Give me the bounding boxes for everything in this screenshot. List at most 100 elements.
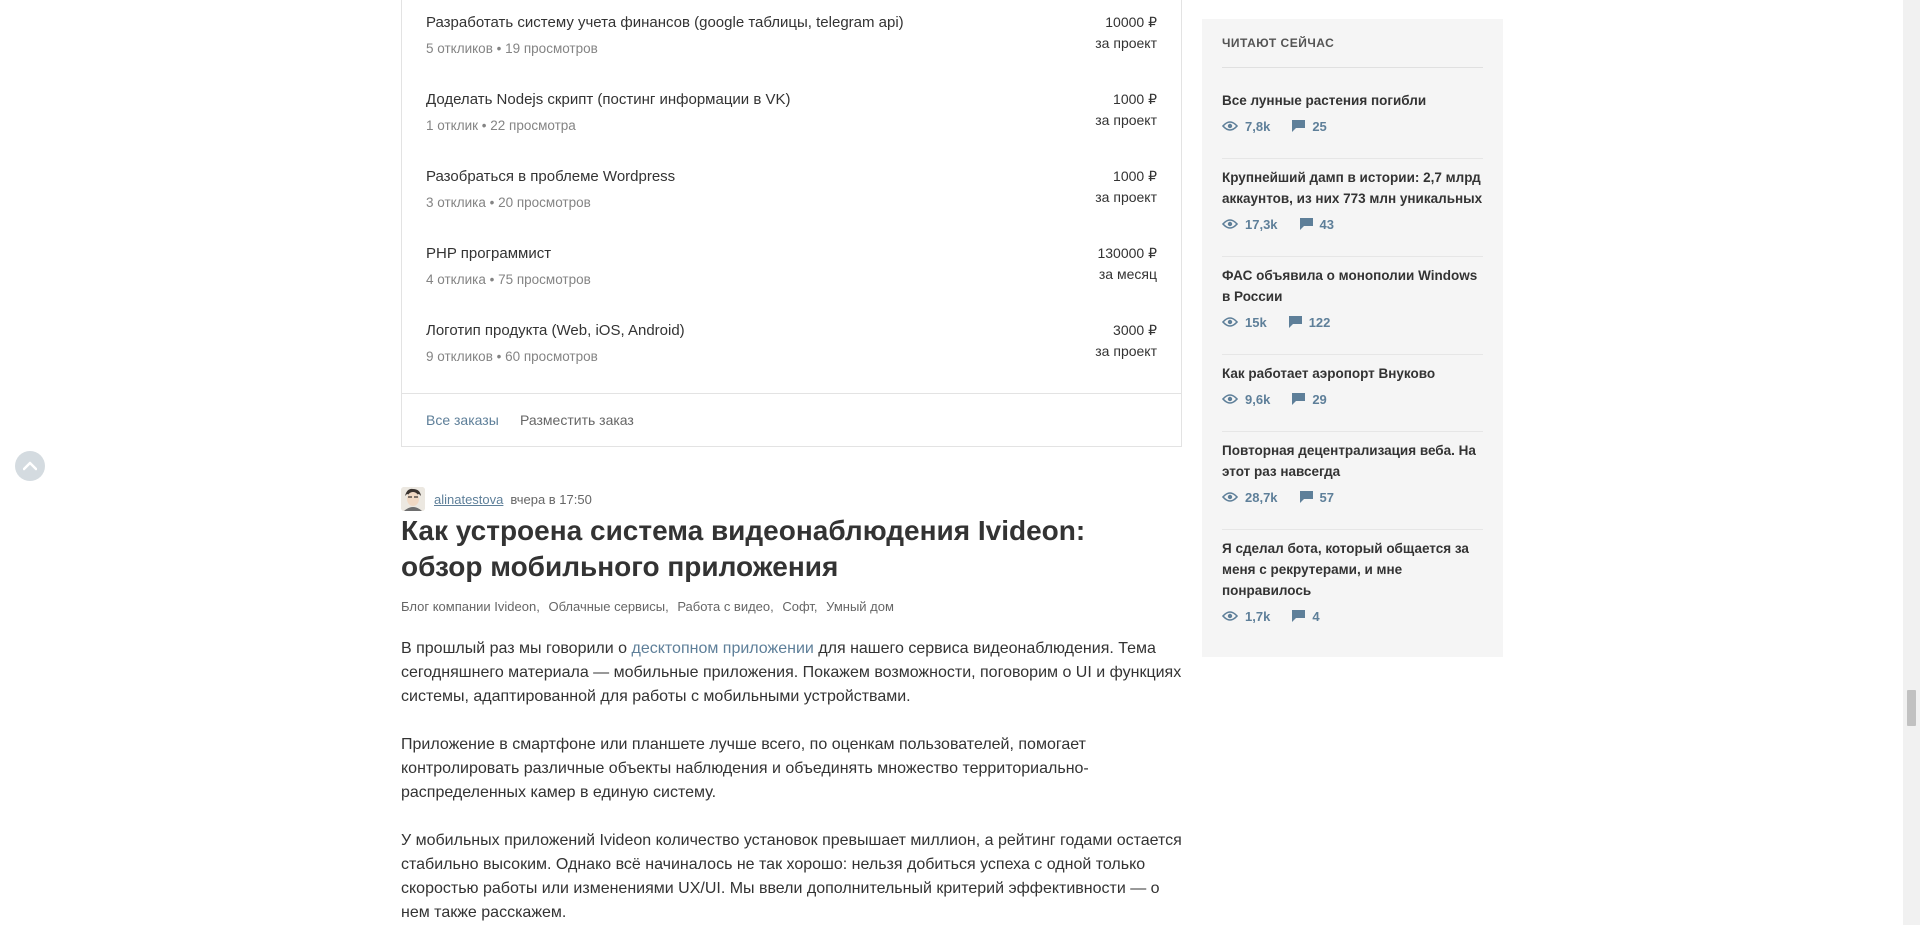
price-value: 1000 ₽: [1113, 91, 1157, 107]
order-price: 10000 ₽ за проект: [1095, 12, 1157, 54]
order-price: 1000 ₽ за проект: [1095, 166, 1157, 208]
comments-stat[interactable]: 4: [1292, 608, 1320, 624]
order-title[interactable]: Разобраться в проблеме Wordpress: [426, 168, 675, 185]
sidebar-post-title[interactable]: Как работает аэропорт Внуково: [1222, 363, 1483, 384]
views-count: 9,6k: [1245, 391, 1271, 407]
hub-link[interactable]: Облачные сервисы,: [548, 599, 668, 614]
comment-icon: [1299, 218, 1313, 230]
order-meta: 3 отклика • 20 просмотров: [426, 195, 591, 210]
price-period: за проект: [1095, 189, 1157, 205]
views-stat: 9,6k: [1222, 392, 1270, 407]
sidebar-post-title[interactable]: Я сделал бота, который общается за меня …: [1222, 538, 1483, 601]
sidebar-post-title[interactable]: Крупнейший дамп в истории: 2,7 млрд акка…: [1222, 167, 1483, 209]
hub-link[interactable]: Работа с видео,: [677, 599, 773, 614]
order-item[interactable]: Разработать систему учета финансов (goog…: [426, 0, 1157, 60]
post-stats: 15k 122: [1222, 313, 1483, 331]
avatar[interactable]: [401, 487, 425, 511]
comments-stat[interactable]: 122: [1288, 314, 1331, 330]
text-fragment: В прошлый раз мы говорили о: [401, 640, 632, 657]
all-orders-link[interactable]: Все заказы: [426, 412, 499, 428]
reading-now-sidebar: ЧИТАЮТ СЕЙЧАС Все лунные растения погибл…: [1202, 19, 1503, 657]
comments-stat[interactable]: 43: [1299, 217, 1334, 232]
sidebar-post-item: Крупнейший дамп в истории: 2,7 млрд акка…: [1222, 167, 1483, 257]
comments-stat[interactable]: 25: [1292, 118, 1327, 134]
desktop-app-link[interactable]: десктопном приложении: [631, 640, 813, 657]
price-value: 10000 ₽: [1105, 14, 1157, 30]
hub-link[interactable]: Умный дом: [826, 599, 894, 614]
comment-icon: [1292, 610, 1306, 622]
order-title[interactable]: Разработать систему учета финансов (goog…: [426, 14, 904, 31]
sidebar-post-item: Повторная децентрализация веба. На этот …: [1222, 440, 1483, 530]
order-title[interactable]: PHP программист: [426, 245, 551, 262]
freelance-orders-card: Разработать систему учета финансов (goog…: [401, 0, 1182, 447]
comments-stat[interactable]: 29: [1292, 391, 1327, 407]
post-stats: 28,7k 57: [1222, 488, 1483, 506]
order-meta: 4 отклика • 75 просмотров: [426, 272, 591, 287]
comments-count: 25: [1312, 118, 1327, 134]
post-stats: 9,6k 29: [1222, 390, 1483, 408]
post-hubs: Блог компании Ivideon, Облачные сервисы,…: [401, 599, 899, 614]
comments-count: 57: [1319, 489, 1335, 505]
comment-icon: [1288, 316, 1302, 328]
post-title[interactable]: Как устроена система видеонаблюдения Ivi…: [401, 513, 1171, 585]
hub-link[interactable]: Блог компании Ivideon,: [401, 599, 540, 614]
order-item[interactable]: Разобраться в проблеме Wordpress 3 откли…: [426, 154, 1157, 214]
sidebar-post-item: Я сделал бота, который общается за меня …: [1222, 538, 1483, 649]
page-scrollbar[interactable]: [1903, 0, 1920, 925]
post-time: вчера в 17:50: [510, 491, 592, 507]
views-count: 17,3k: [1245, 216, 1278, 232]
views-stat: 15k: [1222, 315, 1267, 330]
post-body: В прошлый раз мы говорили о десктопном п…: [401, 637, 1186, 925]
order-price: 1000 ₽ за проект: [1095, 89, 1157, 131]
order-meta: 1 отклик • 22 просмотра: [426, 118, 576, 133]
views-stat: 1,7k: [1222, 609, 1270, 624]
views-count: 1,7k: [1245, 608, 1271, 624]
post-paragraph: Приложение в смартфоне или планшете лучш…: [401, 736, 1089, 801]
comments-count: 4: [1312, 608, 1320, 624]
order-meta: 9 откликов • 60 просмотров: [426, 349, 598, 364]
comments-count: 29: [1312, 391, 1327, 407]
eye-icon: [1222, 219, 1238, 229]
views-count: 15k: [1245, 314, 1267, 330]
order-title[interactable]: Доделать Nodejs скрипт (постинг информац…: [426, 91, 791, 108]
price-value: 3000 ₽: [1113, 322, 1157, 338]
comment-icon: [1299, 491, 1313, 503]
post-paragraph: У мобильных приложений Ivideon количеств…: [401, 832, 1182, 921]
price-period: за проект: [1095, 35, 1157, 51]
post-stats: 17,3k 43: [1222, 215, 1483, 233]
price-period: за проект: [1095, 112, 1157, 128]
order-item[interactable]: Логотип продукта (Web, iOS, Android) 9 о…: [426, 308, 1157, 368]
hub-link[interactable]: Софт,: [782, 599, 817, 614]
sidebar-post-title[interactable]: ФАС объявила о монополии Windows в Росси…: [1222, 265, 1483, 307]
order-price: 130000 ₽ за месяц: [1097, 243, 1157, 285]
order-item[interactable]: PHP программист 4 отклика • 75 просмотро…: [426, 231, 1157, 291]
scrollbar-thumb[interactable]: [1907, 690, 1916, 726]
eye-icon: [1222, 121, 1238, 131]
eye-icon: [1222, 317, 1238, 327]
comments-stat[interactable]: 57: [1299, 489, 1335, 505]
post-meta: alinatestova вчера в 17:50: [401, 487, 592, 511]
sidebar-post-item: Все лунные растения погибли 7,8k 25: [1222, 90, 1483, 159]
sidebar-post-title[interactable]: Повторная децентрализация веба. На этот …: [1222, 440, 1483, 482]
post-order-link[interactable]: Разместить заказ: [520, 412, 634, 428]
comment-icon: [1292, 120, 1306, 132]
eye-icon: [1222, 611, 1238, 621]
sidebar-post-title[interactable]: Все лунные растения погибли: [1222, 90, 1483, 111]
eye-icon: [1222, 492, 1238, 502]
scroll-up-button[interactable]: [15, 451, 45, 481]
author-link[interactable]: alinatestova: [434, 492, 503, 507]
views-stat: 7,8k: [1222, 119, 1270, 134]
price-period: за проект: [1095, 343, 1157, 359]
post-paragraph: В прошлый раз мы говорили о десктопном п…: [401, 637, 1186, 709]
sidebar-title: ЧИТАЮТ СЕЙЧАС: [1222, 36, 1483, 68]
price-period: за месяц: [1098, 266, 1157, 282]
sidebar-post-item: ФАС объявила о монополии Windows в Росси…: [1222, 265, 1483, 355]
chevron-up-icon: [23, 461, 37, 471]
views-stat: 17,3k: [1222, 217, 1278, 232]
order-item[interactable]: Доделать Nodejs скрипт (постинг информац…: [426, 77, 1157, 137]
comment-icon: [1292, 393, 1306, 405]
comments-count: 122: [1308, 314, 1331, 330]
views-count: 7,8k: [1245, 118, 1271, 134]
post-stats: 1,7k 4: [1222, 607, 1483, 625]
order-title[interactable]: Логотип продукта (Web, iOS, Android): [426, 322, 685, 339]
